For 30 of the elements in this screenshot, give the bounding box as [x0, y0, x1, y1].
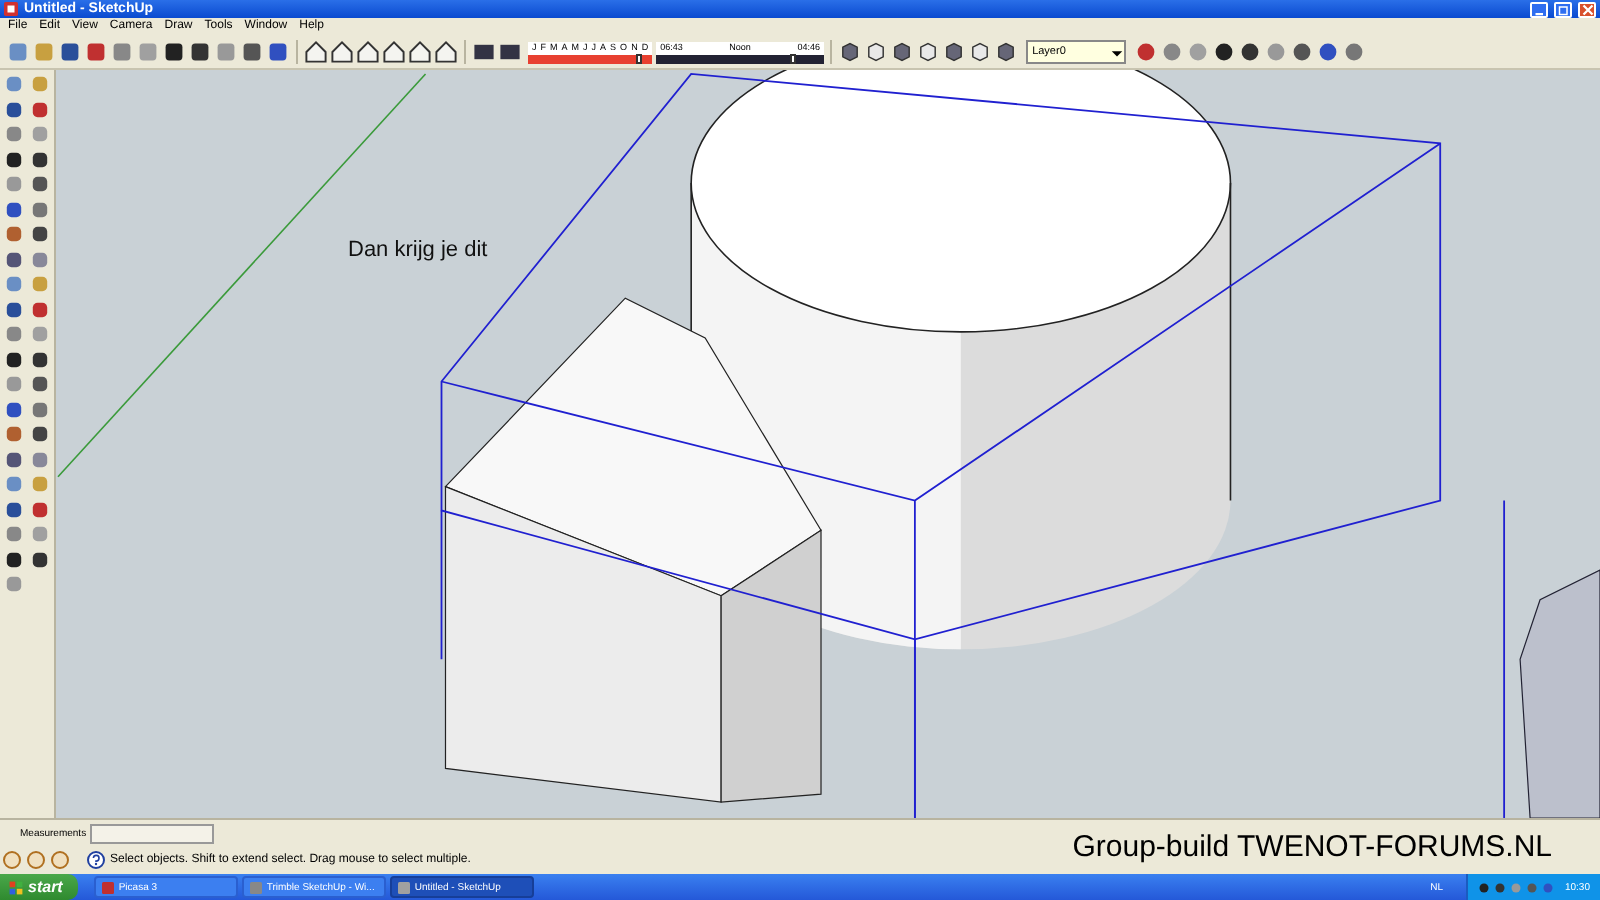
shaded-cube-icon[interactable]: [968, 40, 993, 64]
cube-outline-icon[interactable]: [916, 40, 941, 64]
cube-outline-icon[interactable]: [864, 40, 889, 64]
slider-thumb[interactable]: [635, 53, 642, 63]
help-icon[interactable]: [86, 849, 106, 869]
close-button[interactable]: [1578, 1, 1596, 17]
house-outline-icon[interactable]: [408, 40, 432, 64]
slider-thumb[interactable]: [789, 53, 796, 63]
house-icon[interactable]: [356, 40, 380, 64]
measurements-field[interactable]: [90, 824, 215, 844]
status-circle-icon[interactable]: [50, 849, 70, 869]
windows-flag-icon: [8, 879, 24, 895]
cube-icon[interactable]: [890, 40, 915, 64]
restore-icon: [1557, 3, 1569, 15]
app-icon: [250, 881, 263, 893]
cube-icon[interactable]: [838, 40, 863, 64]
restore-button[interactable]: [1554, 1, 1572, 17]
status-circle-icon[interactable]: [2, 849, 22, 869]
cube-icon[interactable]: [994, 40, 1019, 64]
app-icon: [398, 881, 411, 893]
canvas-note: Dan krijg je dit: [348, 238, 488, 262]
app-icon: [102, 881, 115, 893]
status-circle-icon[interactable]: [26, 849, 46, 869]
app-icon: [4, 2, 18, 16]
start-button[interactable]: start: [0, 874, 79, 900]
caret-icon: [1110, 45, 1125, 59]
cube-icon[interactable]: [942, 40, 967, 64]
caption-text: Group-build TWENOT-FORUMS.NL: [1072, 830, 1554, 864]
minimize-button[interactable]: [1530, 1, 1548, 17]
close-icon: [1581, 3, 1593, 15]
